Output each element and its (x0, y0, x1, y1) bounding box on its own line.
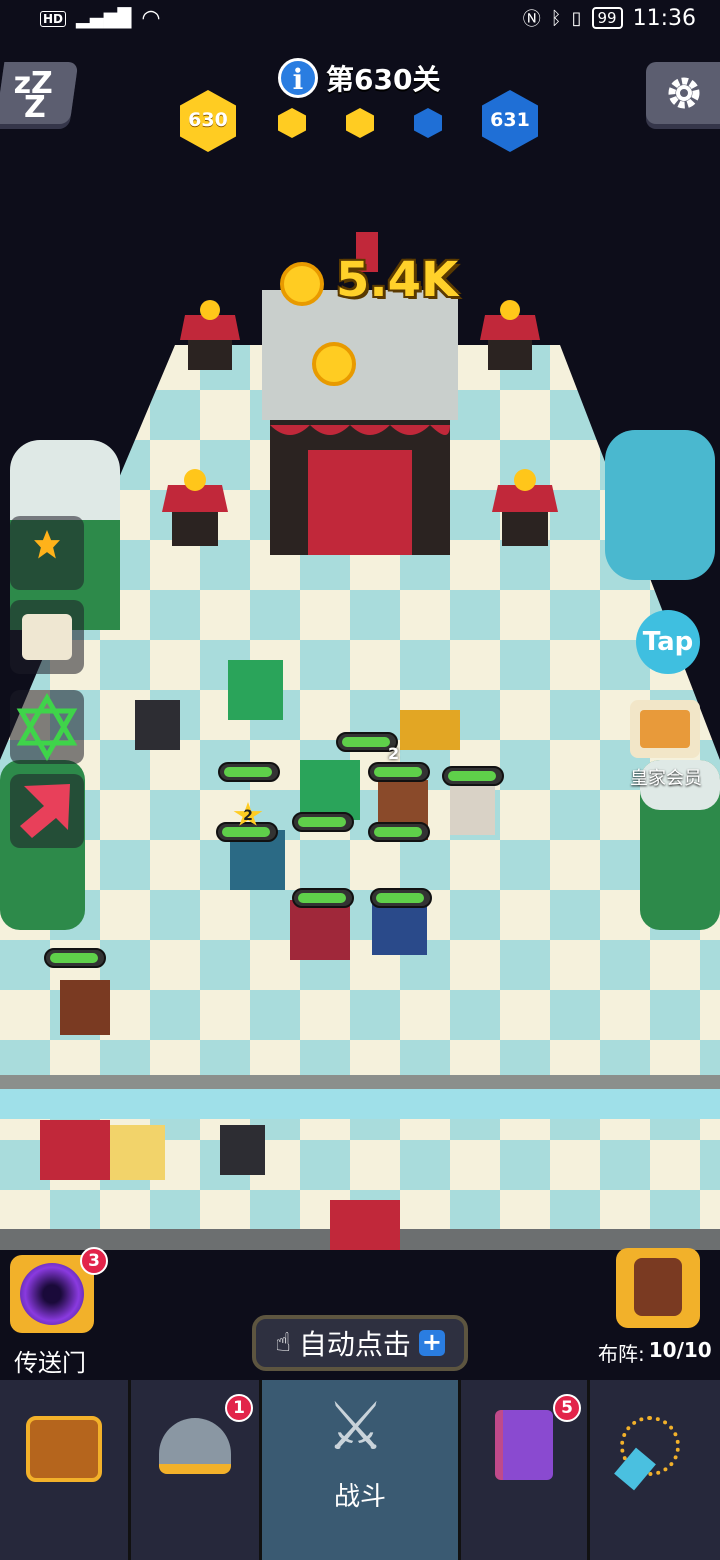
hp-bar (44, 948, 106, 968)
auto-click-label: 自动点击 (298, 1328, 411, 1361)
snowy-tree (605, 430, 715, 580)
auto-click-button[interactable]: ☝ 自动点击 + (252, 1315, 468, 1371)
tap-button[interactable]: Tap (636, 610, 700, 674)
formation-count: 10/10 (648, 1338, 712, 1362)
brazier (480, 300, 540, 370)
tab-heroes[interactable]: 1 (131, 1380, 262, 1560)
settings-button[interactable] (646, 62, 720, 124)
quest-scroll-button[interactable] (10, 600, 84, 674)
red-arrow-icon (20, 784, 70, 838)
hand-pointer-icon: ☝ (275, 1328, 291, 1358)
hp-bar (368, 822, 430, 842)
tab-treasure[interactable] (0, 1380, 131, 1560)
hp-bar (442, 766, 504, 786)
tab-spellbook[interactable]: 5 (461, 1380, 590, 1560)
bottom-nav: 1 ⚔ 战斗 5 (0, 1380, 720, 1560)
tab-battle[interactable]: ⚔ 战斗 (262, 1380, 461, 1560)
portal-icon (20, 1263, 84, 1325)
hp-bar (216, 822, 278, 842)
status-bar: HD ▂▄▆█ ◠ Ⓝ ᛒ ▯ 99 11:36 (0, 0, 720, 36)
arrow-button[interactable] (10, 774, 84, 848)
status-right: Ⓝ ᛒ ▯ 99 11:36 (523, 5, 696, 31)
formation-label: 布阵: (598, 1342, 645, 1366)
bluetooth-icon: ᛒ (550, 7, 562, 29)
spellbook-badge: 5 (553, 1394, 581, 1422)
gold-coin-icon (312, 342, 356, 386)
unit-level-badge: 2 (388, 744, 400, 763)
signal-icon: ▂▄▆█ (76, 8, 132, 29)
gold-coin-icon (280, 262, 324, 306)
progress-hex-filled (278, 108, 306, 138)
formation-hero-icon (634, 1258, 682, 1316)
hp-bar (292, 888, 354, 908)
status-left: HD ▂▄▆█ ◠ (40, 6, 161, 31)
gold-reward: 5.4K (336, 252, 459, 308)
battery-indicator: 99 (591, 7, 623, 29)
viking-helmet-icon (159, 1418, 231, 1474)
royal-card-icon (640, 710, 690, 748)
hp-bar (218, 762, 280, 782)
scroll-map-icon (22, 614, 72, 660)
progress-hex-empty (414, 108, 442, 138)
hexagram-button[interactable] (10, 690, 84, 764)
portal-label: 传送门 (14, 1349, 86, 1377)
wifi-icon: ◠ (141, 6, 161, 31)
sleep-button[interactable]: zZ Z (0, 62, 79, 125)
nfc-icon: Ⓝ (522, 9, 541, 30)
portal-badge: 3 (80, 1247, 108, 1275)
castle-roof (262, 290, 458, 420)
hp-bar (370, 888, 432, 908)
hp-bar (292, 812, 354, 832)
royal-membership-label: 皇家会员 (630, 768, 702, 789)
tab-amulet[interactable] (590, 1380, 720, 1560)
clock: 11:36 (632, 5, 696, 31)
river (0, 1089, 720, 1119)
sleep-icon: zZ Z (13, 66, 53, 125)
portal-button[interactable]: 3 (10, 1247, 108, 1333)
crossed-swords-icon: ⚔ (326, 1388, 386, 1465)
progress-hex-filled (346, 108, 374, 138)
trophy-icon (34, 530, 60, 559)
battle-tab-label: 战斗 (333, 1482, 386, 1512)
heroes-badge: 1 (225, 1394, 253, 1422)
formation-info: 布阵: 10/10 (598, 1338, 712, 1367)
brazier (180, 300, 240, 370)
plus-icon[interactable]: + (418, 1330, 445, 1356)
treasure-chest-icon (26, 1416, 102, 1482)
board-edge (0, 1075, 720, 1089)
hd-icon: HD (40, 10, 67, 27)
vibrate-icon: ▯ (571, 7, 582, 29)
hp-bar (368, 762, 430, 782)
spellbook-icon (495, 1410, 553, 1480)
trophy-button[interactable] (10, 516, 84, 590)
next-level-number: 631 (490, 109, 530, 131)
formation-button[interactable] (616, 1248, 700, 1328)
castle-gate (308, 450, 412, 555)
current-level-number: 630 (188, 109, 228, 131)
gear-icon (668, 77, 700, 109)
hexagram-icon (16, 693, 78, 761)
royal-membership-button[interactable] (630, 700, 700, 758)
